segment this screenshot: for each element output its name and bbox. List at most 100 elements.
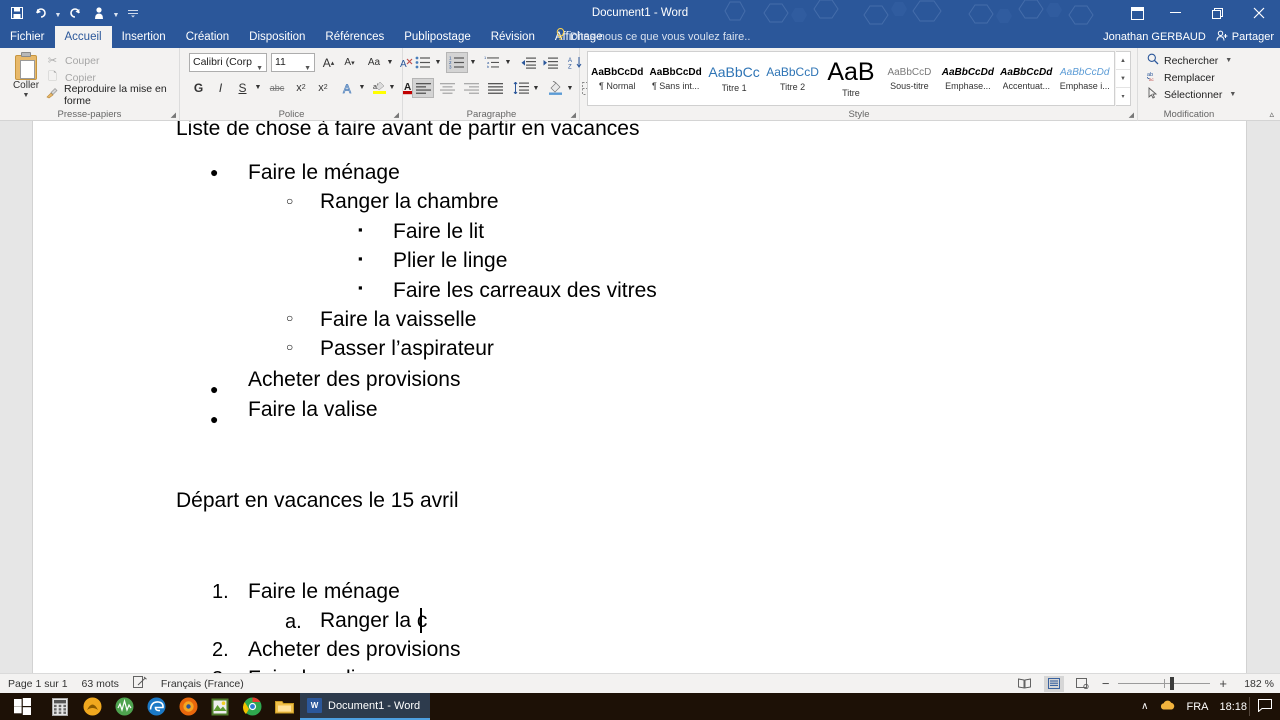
list-item[interactable]: Ranger la chambre: [320, 191, 499, 212]
justify-button[interactable]: [484, 78, 506, 98]
find-button[interactable]: Rechercher ▼: [1147, 52, 1236, 69]
list-item[interactable]: Faire la vaisselle: [320, 309, 476, 330]
edge-icon[interactable]: [140, 693, 172, 720]
underline-dropdown-icon[interactable]: ▼: [253, 78, 263, 97]
paragraphe-dialog-launcher-icon[interactable]: ◢: [571, 111, 576, 119]
list-item[interactable]: Faire les carreaux des vitres: [393, 280, 657, 301]
tab-references[interactable]: Références: [315, 26, 394, 48]
bulleted-list-dropdown-icon[interactable]: ▼: [433, 53, 443, 72]
text-effects-button[interactable]: A: [339, 78, 359, 97]
style-emphase[interactable]: AaBbCcDd Emphase...: [939, 52, 997, 105]
style-titre-2[interactable]: AaBbCcD Titre 2: [763, 52, 821, 105]
style-scroll-up-icon[interactable]: ▲: [1116, 52, 1130, 70]
decrease-indent-button[interactable]: [518, 53, 538, 72]
font-size-combobox[interactable]: 11 ▼: [271, 53, 315, 72]
bulleted-list-button[interactable]: [412, 53, 434, 72]
action-center-icon[interactable]: [1258, 698, 1272, 715]
style-scroll-down-icon[interactable]: ▼: [1116, 70, 1130, 88]
style-accentuation[interactable]: AaBbCcDd Accentuat...: [997, 52, 1055, 105]
document-area[interactable]: Liste de chose à faire avant de partir e…: [0, 121, 1280, 673]
document-page[interactable]: Liste de chose à faire avant de partir e…: [33, 121, 1246, 673]
window-controls[interactable]: [1120, 0, 1280, 26]
text-effects-dropdown-icon[interactable]: ▼: [357, 78, 367, 97]
word-count[interactable]: 63 mots: [82, 678, 119, 690]
list-item[interactable]: Acheter des provisions: [248, 369, 460, 390]
document-heading[interactable]: Liste de chose à faire avant de partir e…: [176, 121, 639, 139]
maximize-button[interactable]: [1196, 0, 1238, 26]
tab-fichier[interactable]: Fichier: [0, 26, 55, 48]
document-text[interactable]: Liste de chose à faire avant de partir e…: [33, 121, 1246, 673]
replace-button[interactable]: ab ac Remplacer: [1146, 69, 1236, 86]
zoom-slider-thumb[interactable]: [1170, 677, 1175, 690]
web-layout-button[interactable]: [1073, 676, 1093, 692]
tab-revision[interactable]: Révision: [481, 26, 545, 48]
shading-button[interactable]: [545, 78, 565, 98]
close-button[interactable]: [1238, 0, 1280, 26]
list-item[interactable]: Faire le lit: [393, 221, 484, 242]
paste-dropdown-icon[interactable]: ▼: [23, 92, 30, 99]
tray-clock[interactable]: 18:18: [1219, 701, 1247, 713]
font-name-combobox[interactable]: Calibri (Corp ▼: [189, 53, 267, 72]
start-button[interactable]: [0, 693, 44, 720]
align-center-button[interactable]: [436, 78, 458, 98]
tab-publipostage[interactable]: Publipostage: [394, 26, 481, 48]
calculator-icon[interactable]: [44, 693, 76, 720]
align-right-button[interactable]: [460, 78, 482, 98]
style-titre-1[interactable]: AaBbCc Titre 1: [705, 52, 763, 105]
audacity-icon[interactable]: [108, 693, 140, 720]
style-sous-titre[interactable]: AaBbCcD Sous-titre: [880, 52, 938, 105]
presse-papiers-dialog-launcher-icon[interactable]: ◢: [171, 111, 176, 119]
account-area[interactable]: Jonathan GERBAUD Partager: [1103, 26, 1274, 48]
onedrive-icon[interactable]: [1159, 699, 1175, 714]
zoom-in-button[interactable]: +: [1219, 676, 1227, 691]
select-button[interactable]: Sélectionner ▼: [1147, 86, 1236, 103]
font-size-dropdown-icon[interactable]: ▼: [304, 60, 311, 77]
list-item[interactable]: Faire la valise: [248, 399, 378, 420]
zoom-out-button[interactable]: −: [1102, 676, 1110, 691]
tab-disposition[interactable]: Disposition: [239, 26, 315, 48]
select-dropdown-icon[interactable]: ▼: [1229, 91, 1236, 98]
shrink-font-button[interactable]: A ▾: [340, 53, 359, 72]
document-paragraph[interactable]: Départ en vacances le 15 avril: [176, 490, 459, 511]
find-dropdown-icon[interactable]: ▼: [1225, 57, 1232, 64]
chrome-icon[interactable]: [236, 693, 268, 720]
subscript-button[interactable]: x2: [291, 78, 311, 97]
tray-chevron-icon[interactable]: ∧: [1141, 701, 1148, 712]
proofing-status-icon[interactable]: [132, 676, 147, 691]
numbered-list-button[interactable]: 123: [446, 52, 468, 73]
list-item[interactable]: Faire le ménage: [248, 162, 400, 183]
taskbar-task-word[interactable]: W Document1 - Word: [300, 693, 431, 720]
change-case-dropdown-icon[interactable]: ▼: [385, 53, 395, 72]
text-highlight-dropdown-icon[interactable]: ▼: [387, 78, 397, 97]
multilevel-list-dropdown-icon[interactable]: ▼: [503, 53, 513, 72]
text-highlight-color-button[interactable]: ab: [369, 78, 389, 97]
user-name[interactable]: Jonathan GERBAUD: [1103, 31, 1206, 43]
tab-creation[interactable]: Création: [176, 26, 239, 48]
page-indicator[interactable]: Page 1 sur 1: [8, 678, 68, 690]
tab-accueil[interactable]: Accueil: [54, 26, 112, 48]
file-explorer-icon[interactable]: [268, 693, 300, 720]
read-mode-button[interactable]: [1015, 676, 1035, 692]
gimp-icon[interactable]: [204, 693, 236, 720]
share-button[interactable]: Partager: [1216, 30, 1274, 45]
tab-insertion[interactable]: Insertion: [112, 26, 176, 48]
strikethrough-button[interactable]: abc: [265, 78, 289, 97]
police-dialog-launcher-icon[interactable]: ◢: [394, 111, 399, 119]
style-normal[interactable]: AaBbCcDd ¶ Normal: [588, 52, 646, 105]
print-layout-button[interactable]: [1043, 675, 1064, 692]
paste-button[interactable]: Coller ▼: [6, 50, 46, 106]
language-indicator[interactable]: Français (France): [161, 678, 244, 690]
change-case-button[interactable]: Aa: [363, 53, 385, 72]
line-spacing-dropdown-icon[interactable]: ▼: [531, 78, 541, 98]
bold-button[interactable]: G: [189, 78, 208, 97]
zoom-slider[interactable]: [1118, 677, 1211, 691]
style-gallery-scroll[interactable]: ▲ ▼ ▾: [1116, 51, 1131, 106]
shading-dropdown-icon[interactable]: ▼: [565, 78, 575, 98]
style-titre[interactable]: AaB Titre: [822, 52, 880, 105]
ribbon-display-options-icon[interactable]: [1120, 0, 1154, 26]
grow-font-button[interactable]: A ▴: [319, 53, 338, 72]
list-item[interactable]: Plier le linge: [393, 250, 507, 271]
align-left-button[interactable]: [412, 78, 434, 98]
numbered-list-dropdown-icon[interactable]: ▼: [468, 53, 478, 72]
minimize-button[interactable]: [1154, 0, 1196, 26]
